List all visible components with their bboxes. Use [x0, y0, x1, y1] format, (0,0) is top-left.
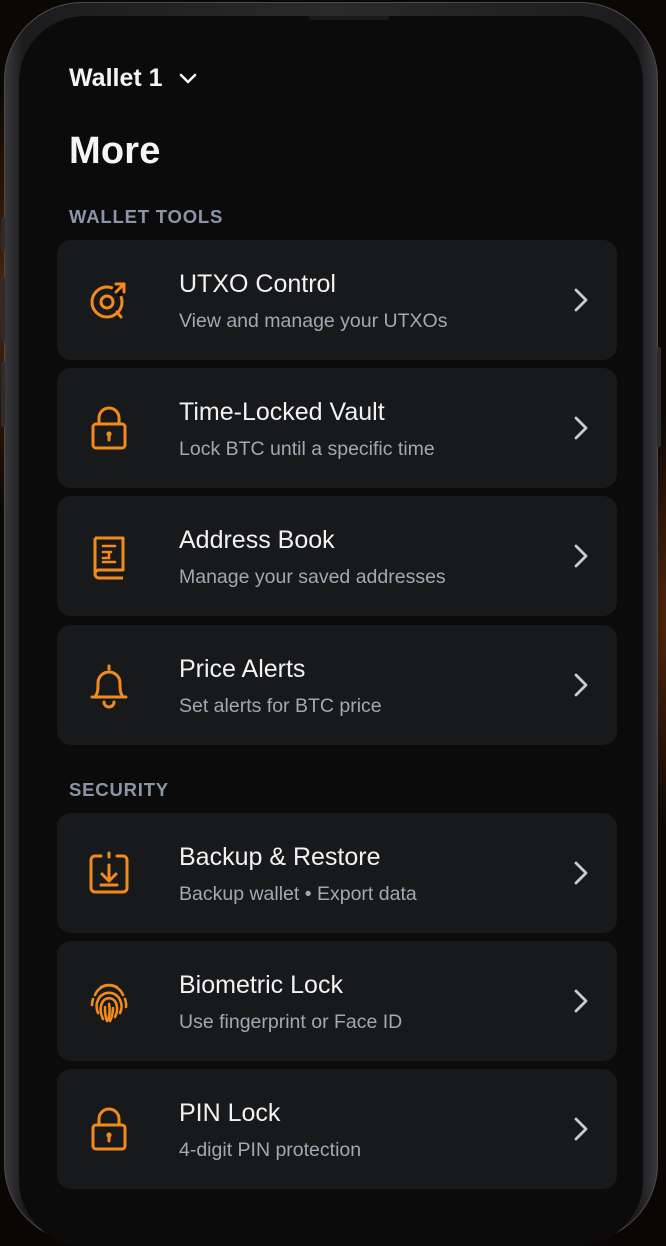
menu-item-subtitle: Manage your saved addresses — [179, 566, 446, 588]
menu-item-subtitle: Set alerts for BTC price — [179, 695, 382, 717]
chevron-right-icon — [571, 286, 591, 314]
side-button — [1, 277, 5, 342]
side-button — [657, 347, 661, 447]
wallet-name: Wallet 1 — [69, 64, 163, 92]
fingerprint-icon — [83, 975, 135, 1027]
section-label-wallet-tools: WALLET TOOLS — [69, 206, 224, 227]
menu-item-title: UTXO Control — [179, 270, 336, 298]
lock-icon — [83, 1103, 135, 1155]
menu-item-title: Time-Locked Vault — [179, 398, 385, 426]
menu-item-time-locked-vault[interactable]: Time-Locked Vault Lock BTC until a speci… — [57, 368, 617, 488]
address-book-icon — [83, 530, 135, 582]
page-title: More — [69, 130, 161, 172]
menu-item-subtitle: View and manage your UTXOs — [179, 310, 448, 332]
side-button — [1, 362, 5, 427]
chevron-down-icon — [179, 73, 197, 85]
menu-item-title: PIN Lock — [179, 1099, 281, 1127]
menu-item-title: Price Alerts — [179, 655, 306, 683]
menu-item-pin-lock[interactable]: PIN Lock 4-digit PIN protection — [57, 1069, 617, 1189]
wallet-selector[interactable]: Wallet 1 — [69, 64, 197, 93]
chevron-right-icon — [571, 859, 591, 887]
notch — [309, 16, 389, 20]
menu-item-title: Biometric Lock — [179, 971, 343, 999]
chevron-right-icon — [571, 987, 591, 1015]
menu-item-backup-restore[interactable]: Backup & Restore Backup wallet • Export … — [57, 813, 617, 933]
side-button — [1, 217, 5, 251]
chevron-right-icon — [571, 542, 591, 570]
phone-frame: Wallet 1 More WALLET TOOLS UTXO Control … — [1, 2, 661, 1246]
menu-item-title: Backup & Restore — [179, 843, 381, 871]
section-label-security: SECURITY — [69, 779, 169, 800]
menu-item-utxo-control[interactable]: UTXO Control View and manage your UTXOs — [57, 240, 617, 360]
bell-icon — [83, 659, 135, 711]
phone-screen: Wallet 1 More WALLET TOOLS UTXO Control … — [19, 16, 643, 1246]
chevron-right-icon — [571, 1115, 591, 1143]
menu-item-subtitle: Lock BTC until a specific time — [179, 438, 435, 460]
menu-item-title: Address Book — [179, 526, 335, 554]
menu-item-subtitle: 4-digit PIN protection — [179, 1139, 362, 1161]
backup-download-icon — [83, 847, 135, 899]
menu-item-biometric-lock[interactable]: Biometric Lock Use fingerprint or Face I… — [57, 941, 617, 1061]
chevron-right-icon — [571, 414, 591, 442]
lock-icon — [83, 402, 135, 454]
menu-item-subtitle: Backup wallet • Export data — [179, 883, 417, 905]
chevron-right-icon — [571, 671, 591, 699]
menu-item-address-book[interactable]: Address Book Manage your saved addresses — [57, 496, 617, 616]
menu-item-price-alerts[interactable]: Price Alerts Set alerts for BTC price — [57, 625, 617, 745]
menu-item-subtitle: Use fingerprint or Face ID — [179, 1011, 403, 1033]
utxo-coin-icon — [83, 274, 135, 326]
